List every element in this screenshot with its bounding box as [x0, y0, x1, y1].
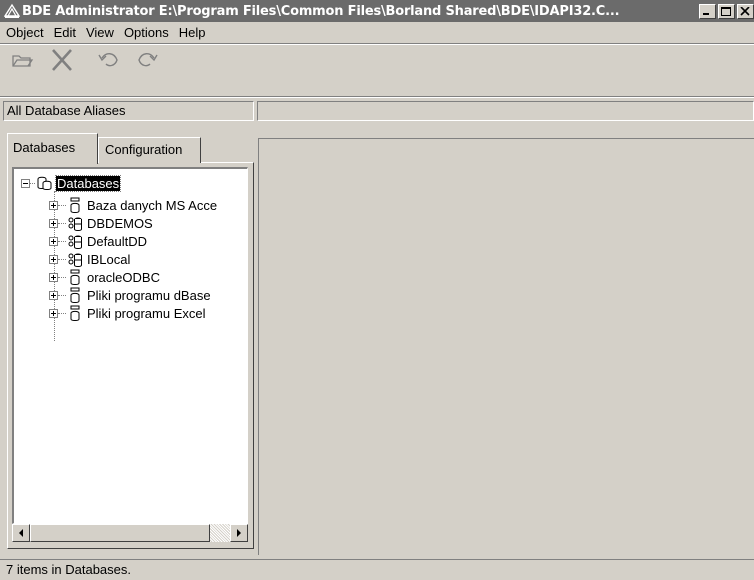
alias-path-panel: All Database Aliases [3, 101, 254, 121]
tree-node-root[interactable]: Databases [21, 174, 122, 192]
expand-icon [49, 236, 58, 246]
open-icon [12, 55, 34, 67]
definition-pane [258, 138, 754, 555]
redo-icon [138, 53, 158, 67]
close-icon [740, 6, 750, 16]
tree-connector [58, 258, 66, 260]
tree-item-label: IBLocal [87, 251, 131, 267]
arrow-right-icon [237, 529, 241, 537]
undo-icon [98, 53, 118, 67]
native-database-icon [68, 235, 82, 249]
tree-item-label: Pliki programu Excel [87, 305, 206, 321]
expand-icon [49, 272, 58, 282]
tree-connector [58, 240, 66, 242]
odbc-database-icon [70, 305, 80, 321]
expand-icon [49, 254, 58, 264]
bde-app-icon [4, 3, 20, 18]
tree-connector [30, 182, 35, 184]
redo-button[interactable] [135, 49, 159, 71]
tree-connector [58, 294, 66, 296]
scroll-thumb[interactable] [30, 524, 210, 542]
native-database-icon [68, 217, 82, 231]
title-bar: BDE Administrator E:\Program Files\Commo… [0, 0, 754, 22]
collapse-icon [21, 178, 30, 188]
databases-tab-panel: Databases Baza danych MS Acce DBDEMOS De… [7, 162, 254, 549]
odbc-database-icon [70, 269, 80, 285]
tree-item-label: oracleODBC [87, 269, 160, 285]
tree-item[interactable]: DefaultDD [49, 232, 147, 250]
undo-button[interactable] [97, 49, 121, 71]
tree-root-label: Databases [54, 174, 122, 192]
odbc-database-icon [70, 197, 80, 213]
expand-icon [49, 218, 58, 228]
database-tree[interactable]: Databases Baza danych MS Acce DBDEMOS De… [12, 167, 248, 524]
expand-icon [49, 308, 58, 318]
info-panel [257, 101, 754, 121]
horizontal-scrollbar[interactable] [12, 524, 248, 542]
tree-item-label: DBDEMOS [87, 215, 153, 231]
scroll-right-button[interactable] [230, 524, 248, 542]
tree-connector [58, 312, 66, 314]
window-title: BDE Administrator E:\Program Files\Commo… [22, 3, 620, 19]
menu-bar: Object Edit View Options Help [0, 22, 754, 42]
tree-item[interactable]: oracleODBC [49, 268, 160, 286]
expand-icon [49, 200, 58, 210]
native-database-icon [68, 253, 82, 267]
odbc-database-icon [70, 287, 80, 303]
scroll-left-button[interactable] [12, 524, 30, 542]
tree-connector [58, 204, 66, 206]
tab-databases[interactable]: Databases [7, 133, 98, 164]
tree-item-label: Pliki programu dBase [87, 287, 211, 303]
tree-connector [58, 276, 66, 278]
tree-connector [58, 222, 66, 224]
databases-root-icon [37, 176, 52, 190]
tree-item[interactable]: Baza danych MS Acce [49, 196, 217, 214]
tree-item[interactable]: Pliki programu Excel [49, 304, 206, 322]
toolbar [0, 45, 754, 74]
status-bar: 7 items in Databases. [0, 559, 754, 580]
menu-view[interactable]: View [81, 25, 119, 40]
tree-item[interactable]: IBLocal [49, 250, 130, 268]
menu-help[interactable]: Help [174, 25, 211, 40]
arrow-left-icon [19, 529, 23, 537]
menu-options[interactable]: Options [119, 25, 174, 40]
toolbar-separator [0, 96, 754, 98]
tree-item[interactable]: Pliki programu dBase [49, 286, 211, 304]
menu-edit[interactable]: Edit [49, 25, 81, 40]
minimize-icon [703, 12, 709, 15]
menu-object[interactable]: Object [0, 25, 49, 40]
expand-icon [49, 290, 58, 300]
tree-item[interactable]: DBDEMOS [49, 214, 153, 232]
close-button[interactable] [737, 3, 754, 19]
maximize-icon [721, 6, 731, 16]
maximize-button[interactable] [718, 3, 735, 19]
delete-button[interactable] [50, 49, 74, 71]
minimize-button[interactable] [699, 3, 716, 19]
tree-item-label: Baza danych MS Acce [87, 197, 218, 213]
delete-icon [52, 49, 72, 71]
tab-configuration[interactable]: Configuration [98, 137, 201, 163]
open-button[interactable] [10, 49, 34, 71]
tree-item-label: DefaultDD [87, 233, 147, 249]
